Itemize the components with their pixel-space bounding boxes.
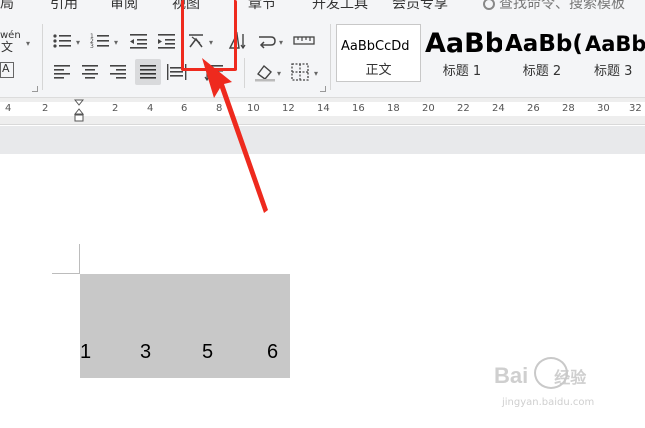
paw-icon bbox=[534, 357, 568, 389]
search-text: 查找命令、搜索模板 bbox=[499, 0, 625, 12]
ruler-number: 4 bbox=[5, 103, 12, 114]
style-label-heading-1: 标题 1 bbox=[442, 64, 482, 79]
styles-gallery: AaBbCcDd 正文 AaBb 标题 1 AaBb( 标题 2 AaBb( 标… bbox=[336, 24, 645, 82]
borders-icon[interactable] bbox=[290, 62, 312, 82]
menu-tab-layout[interactable]: 局 bbox=[0, 0, 14, 13]
line-break-dropdown-icon[interactable]: ▾ bbox=[279, 38, 283, 47]
ruler-number: 16 bbox=[352, 103, 365, 114]
char-border-icon[interactable]: A bbox=[0, 62, 14, 78]
style-sample-normal: AaBbCcDd bbox=[341, 39, 410, 54]
style-heading-1[interactable]: AaBb 标题 1 bbox=[422, 24, 502, 82]
watermark-url: jingyan.baidu.com bbox=[502, 397, 595, 408]
ruler-number: 24 bbox=[492, 103, 505, 114]
ruler-number: 2 bbox=[42, 103, 49, 114]
ruler-number: 6 bbox=[181, 103, 188, 114]
numbering-dropdown-icon[interactable]: ▾ bbox=[114, 38, 118, 47]
style-normal[interactable]: AaBbCcDd 正文 bbox=[336, 24, 421, 82]
watermark: Bai 经验 jingyan.baidu.com bbox=[494, 357, 624, 413]
menu-tab-review[interactable]: 审阅 bbox=[110, 0, 138, 13]
margin-corner-mark bbox=[79, 244, 80, 274]
ruler-number: 14 bbox=[317, 103, 330, 114]
page-gutter bbox=[0, 126, 645, 154]
line-break-icon[interactable] bbox=[256, 31, 278, 51]
style-label-heading-3: 标题 3 bbox=[594, 64, 633, 79]
ribbon: wén 文 ▾ A ▾ 123 ▾ ▾ ▾ ▾ ▾ AaBbCcDd 正文 Aa… bbox=[0, 14, 645, 98]
pinyin-guide-icon[interactable]: wén 文 bbox=[0, 30, 26, 54]
divider bbox=[330, 24, 331, 90]
margin-corner-mark bbox=[52, 273, 80, 274]
ruler-number: 18 bbox=[387, 103, 400, 114]
shaded-table-cell[interactable] bbox=[80, 274, 290, 378]
ruler-number: 22 bbox=[457, 103, 470, 114]
cell-value: 3 bbox=[140, 341, 152, 363]
menu-tab-developer[interactable]: 开发工具 bbox=[312, 0, 368, 13]
justify-icon[interactable] bbox=[135, 59, 161, 85]
ruler-number: 28 bbox=[562, 103, 575, 114]
menu-tab-references[interactable]: 引用 bbox=[50, 0, 78, 13]
cell-value: 6 bbox=[267, 341, 279, 363]
ruler-number: 32 bbox=[629, 103, 642, 114]
ruler-number: 20 bbox=[422, 103, 435, 114]
decrease-indent-icon[interactable] bbox=[128, 31, 150, 51]
horizontal-ruler[interactable]: 4 2 2 4 6 8 10 12 14 16 18 20 22 24 26 2… bbox=[0, 98, 645, 125]
indent-marker-icon[interactable] bbox=[73, 98, 85, 125]
align-right-icon[interactable] bbox=[108, 62, 130, 82]
red-arrow-icon bbox=[190, 58, 270, 222]
command-search[interactable]: 查找命令、搜索模板 bbox=[483, 0, 625, 13]
ruler-number: 26 bbox=[527, 103, 540, 114]
align-left-icon[interactable] bbox=[52, 62, 74, 82]
paragraph-dialog-launcher-icon[interactable] bbox=[320, 86, 326, 92]
tab-ruler-icon[interactable] bbox=[293, 31, 315, 51]
style-heading-2[interactable]: AaBb( 标题 2 bbox=[502, 24, 582, 82]
menu-tab-member[interactable]: 会员专享 bbox=[392, 0, 448, 13]
divider bbox=[42, 24, 43, 90]
menu-tab-chapter[interactable]: 章节 bbox=[248, 0, 276, 13]
ruler-number: 4 bbox=[147, 103, 154, 114]
increase-indent-icon[interactable] bbox=[156, 31, 178, 51]
style-sample-heading-1: AaBb bbox=[425, 28, 502, 59]
shading-dropdown-icon[interactable]: ▾ bbox=[277, 69, 281, 78]
borders-dropdown-icon[interactable]: ▾ bbox=[314, 69, 318, 78]
bullet-dropdown-icon[interactable]: ▾ bbox=[76, 38, 80, 47]
style-sample-heading-3: AaBb( bbox=[585, 32, 645, 56]
align-center-icon[interactable] bbox=[80, 62, 102, 82]
search-icon bbox=[483, 0, 495, 10]
cell-value: 5 bbox=[202, 341, 214, 363]
style-heading-3[interactable]: AaBb( 标题 3 bbox=[582, 24, 645, 82]
svg-text:3: 3 bbox=[90, 43, 94, 50]
style-label-heading-2: 标题 2 bbox=[522, 64, 562, 79]
style-sample-heading-2: AaBb( bbox=[505, 31, 582, 57]
bullet-list-icon[interactable] bbox=[52, 31, 74, 51]
menu-bar: 局 引用 审阅 视图 章节 开发工具 会员专享 查找命令、搜索模板 bbox=[0, 0, 645, 14]
cell-value: 1 bbox=[80, 341, 92, 363]
style-label-normal: 正文 bbox=[365, 63, 392, 78]
font-dialog-launcher-icon[interactable] bbox=[32, 86, 38, 92]
numbered-list-icon[interactable]: 123 bbox=[90, 31, 112, 51]
ruler-number: 12 bbox=[282, 103, 295, 114]
pinyin-dropdown-icon[interactable]: ▾ bbox=[26, 39, 30, 48]
ruler-number: 2 bbox=[112, 103, 119, 114]
ruler-number: 30 bbox=[597, 103, 610, 114]
